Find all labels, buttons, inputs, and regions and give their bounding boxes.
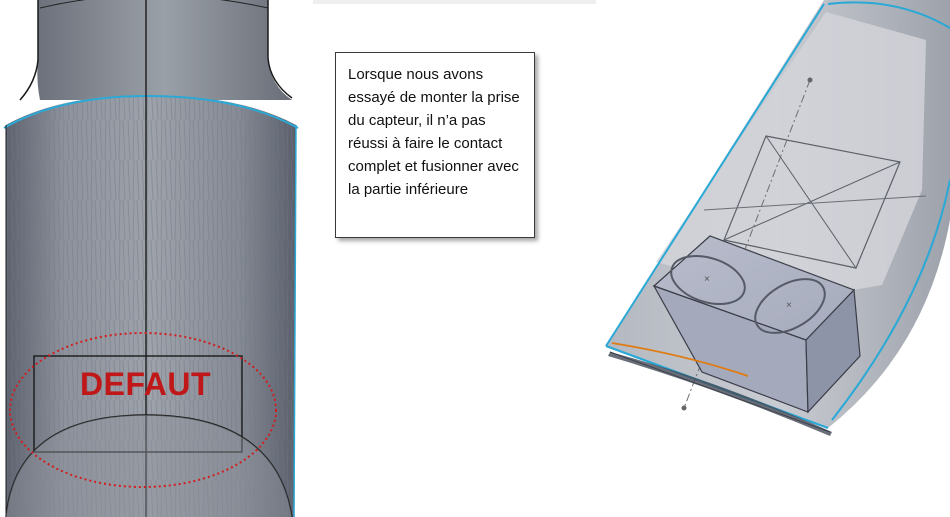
annotation-callout: Lorsque nous avons essayé de monter la p… (335, 52, 535, 238)
defect-label: DEFAUT (80, 366, 211, 402)
cad-model-front (3, 0, 299, 517)
neck-surface (37, 0, 293, 100)
cad-view-section[interactable]: × × (596, 0, 950, 517)
callout-text: Lorsque nous avons essayé de monter la p… (348, 66, 520, 198)
cad-model-section: × × (605, 0, 950, 436)
svg-text:×: × (704, 274, 710, 285)
svg-text:×: × (786, 300, 792, 311)
cad-view-front[interactable]: DEFAUT (0, 0, 313, 517)
